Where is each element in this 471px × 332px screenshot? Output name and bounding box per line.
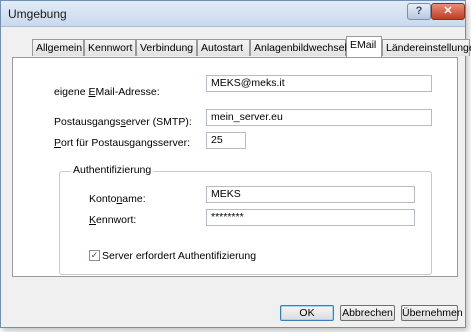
- help-icon: ?: [415, 5, 423, 17]
- smtp-port-label: Port für Postausgangsserver:: [54, 137, 190, 149]
- auth-required-label[interactable]: Server erfordert Authentifizierung: [102, 250, 256, 262]
- account-name-label: Kontoname:: [89, 193, 146, 205]
- tab-verbindung[interactable]: Verbindung: [136, 39, 197, 56]
- tab-laendereinstellungen[interactable]: Ländereinstellungen: [382, 39, 471, 56]
- cancel-button[interactable]: Abbrechen: [340, 305, 395, 321]
- password-input[interactable]: ********: [206, 209, 415, 226]
- email-address-input[interactable]: MEKS@meks.it: [206, 75, 432, 92]
- apply-button[interactable]: Übernehmen: [401, 305, 463, 321]
- window-title: Umgebung: [8, 7, 67, 21]
- account-name-input[interactable]: MEKS: [206, 186, 415, 203]
- smtp-port-input[interactable]: 25: [206, 132, 246, 149]
- tab-anlagenbildwechsel[interactable]: Anlagenbildwechsel: [250, 39, 347, 56]
- ok-button[interactable]: OK: [280, 305, 334, 321]
- tab-email[interactable]: EMail: [346, 36, 382, 57]
- tab-allgemein[interactable]: Allgemein: [32, 39, 84, 56]
- smtp-server-input[interactable]: mein_server.eu: [206, 109, 432, 126]
- tab-kennwort[interactable]: Kennwort: [84, 39, 136, 56]
- tab-autostart[interactable]: Autostart: [197, 39, 250, 56]
- email-address-label: eigene EMail-Adresse:: [54, 86, 160, 98]
- smtp-server-label: Postausgangsserver (SMTP):: [54, 116, 192, 128]
- auth-group-title: Authentifizierung: [71, 164, 154, 176]
- close-button[interactable]: ✕: [431, 3, 465, 20]
- auth-required-checkbox[interactable]: ✓: [89, 250, 100, 261]
- title-bar: Umgebung ? ✕: [1, 1, 465, 27]
- password-label: Kennwort:: [89, 214, 137, 226]
- help-button[interactable]: ?: [407, 3, 431, 20]
- close-icon: ✕: [443, 5, 453, 17]
